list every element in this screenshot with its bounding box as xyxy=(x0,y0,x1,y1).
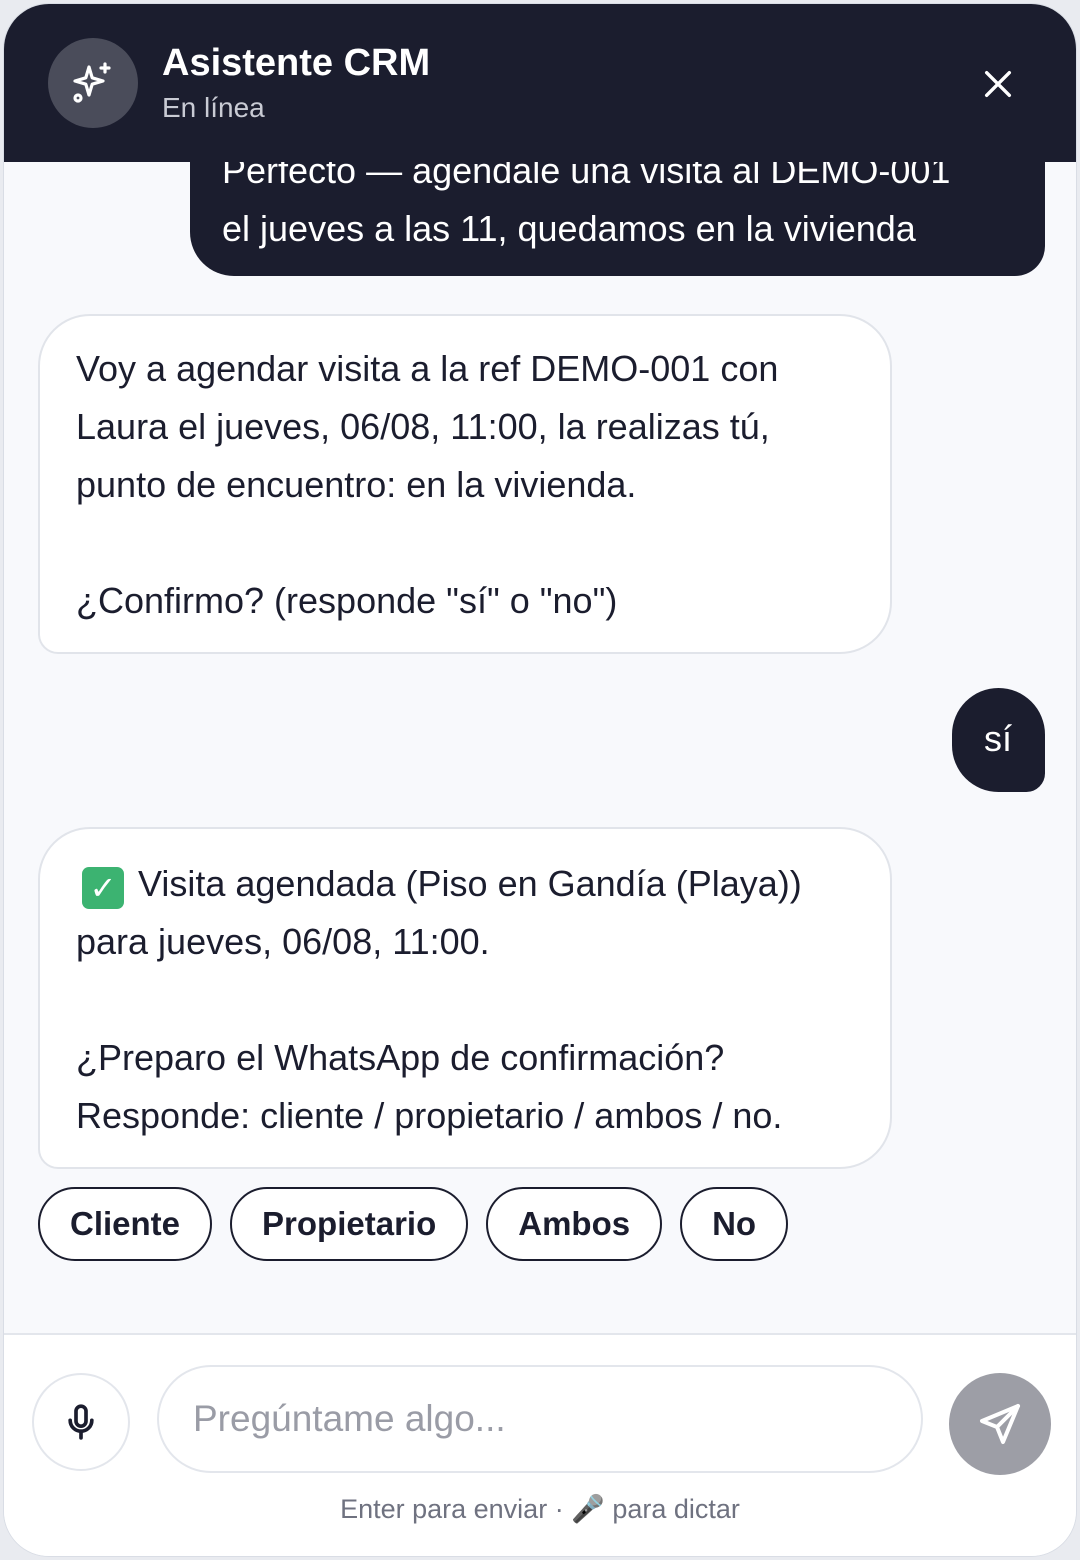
quick-reply-no[interactable]: No xyxy=(680,1187,789,1261)
sparkles-icon xyxy=(73,62,111,103)
online-status: En línea xyxy=(162,92,265,123)
user-message: sí xyxy=(952,688,1045,792)
quick-replies: Cliente Propietario Ambos No xyxy=(38,1187,789,1261)
chat-header: Asistente CRM En línea xyxy=(4,4,1076,162)
close-icon xyxy=(984,70,1012,98)
quick-reply-ambos[interactable]: Ambos xyxy=(486,1187,663,1261)
message-input[interactable] xyxy=(157,1365,923,1473)
quick-reply-cliente[interactable]: Cliente xyxy=(38,1187,213,1261)
dictate-button[interactable] xyxy=(32,1373,130,1471)
hint-suffix: para dictar xyxy=(612,1494,740,1524)
check-mark-icon: ✓ xyxy=(82,867,124,909)
close-button[interactable] xyxy=(970,56,1026,112)
chat-title: Asistente CRM xyxy=(162,42,431,84)
assistant-avatar xyxy=(48,38,138,128)
chat-panel: Perfecto — agendale una visita al DEMO-0… xyxy=(3,3,1077,1557)
microphone-icon xyxy=(68,1404,94,1440)
send-button[interactable] xyxy=(949,1373,1051,1475)
composer-hint: Enter para enviar · 🎤 para dictar xyxy=(4,1493,1076,1525)
composer: Enter para enviar · 🎤 para dictar xyxy=(4,1333,1076,1556)
assistant-message-text: Visita agendada (Piso en Gandía (Playa))… xyxy=(76,863,802,1136)
send-icon xyxy=(980,1404,1020,1444)
microphone-emoji-icon: 🎤 xyxy=(571,1494,605,1524)
assistant-message: Voy a agendar visita a la ref DEMO-001 c… xyxy=(38,314,892,654)
quick-reply-propietario[interactable]: Propietario xyxy=(230,1187,469,1261)
message-list: Perfecto — agendale una visita al DEMO-0… xyxy=(4,4,1076,1334)
hint-prefix: Enter para enviar · xyxy=(340,1494,564,1524)
assistant-message: ✓ Visita agendada (Piso en Gandía (Playa)… xyxy=(38,827,892,1169)
